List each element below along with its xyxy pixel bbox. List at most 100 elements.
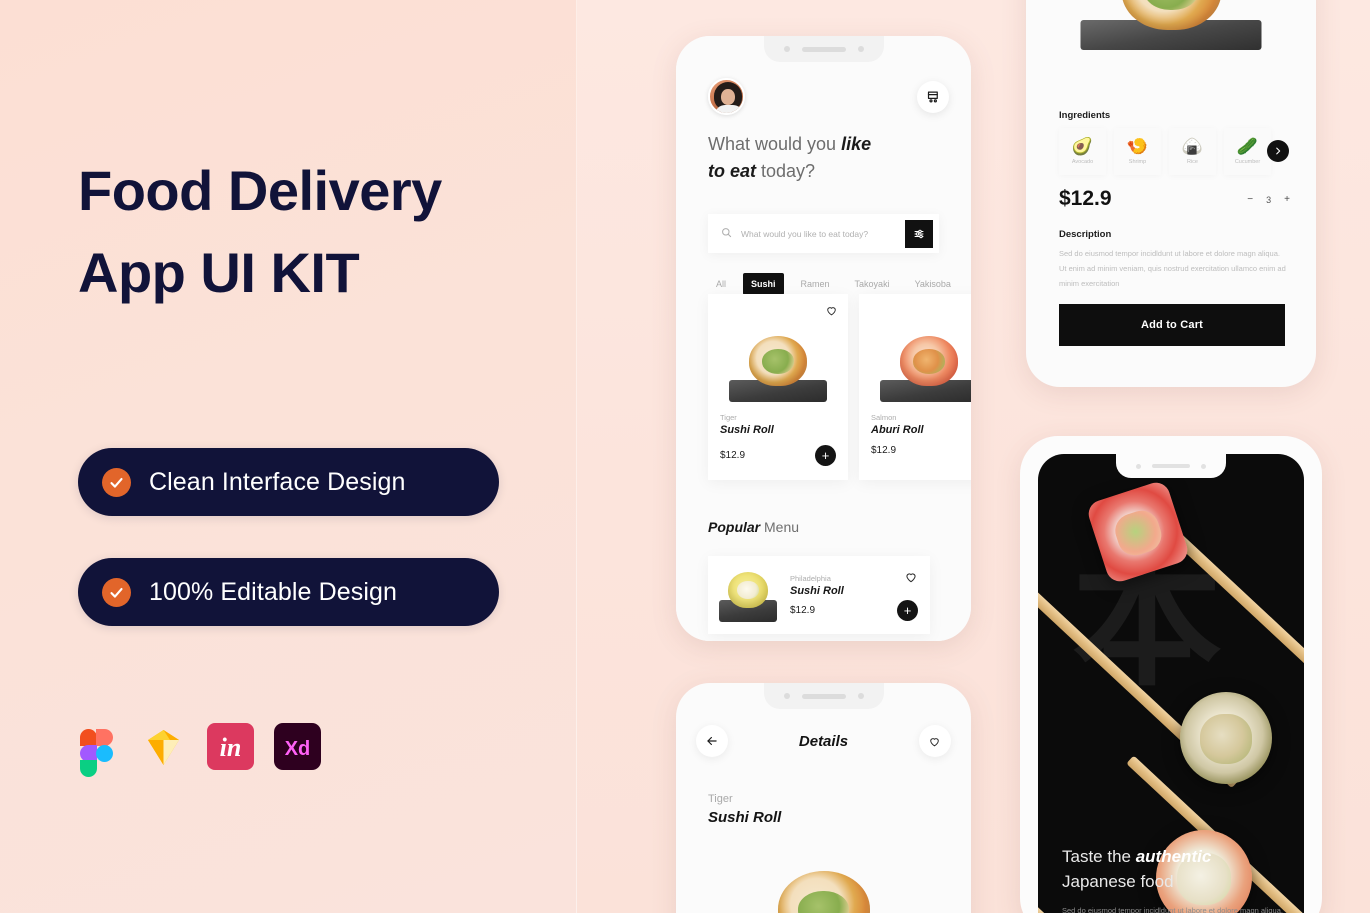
ingredient-chip[interactable]: 🍤 Shrimp xyxy=(1114,128,1161,175)
panel-divider xyxy=(576,0,577,913)
ingredient-chip[interactable]: 🥒 Cucumber xyxy=(1224,128,1271,175)
add-to-cart-plus-button[interactable]: + xyxy=(815,445,836,466)
category-tab-sushi[interactable]: Sushi xyxy=(743,273,784,295)
food-image xyxy=(1064,0,1279,50)
svg-text:Xd: Xd xyxy=(285,738,311,760)
food-image xyxy=(724,855,924,913)
check-circle-icon xyxy=(102,577,131,607)
feature-badge-editable[interactable]: 100% Editable Design xyxy=(78,558,499,626)
popular-menu-heading-rest: Menu xyxy=(760,519,800,535)
popular-item-title: Sushi Roll xyxy=(790,585,844,597)
food-card-footer: $12.9 xyxy=(871,445,971,456)
headline-part-1: What would you xyxy=(708,134,842,154)
food-card-title: Sushi Roll xyxy=(720,424,774,436)
hero-section: Food Delivery App UI KIT xyxy=(78,150,548,314)
popular-item-subtitle: Philadelphia xyxy=(790,574,831,583)
food-card[interactable]: Tiger Sushi Roll $12.9 + xyxy=(708,294,848,480)
ingredient-label: Cucumber xyxy=(1234,159,1261,165)
page-title: Food Delivery App UI KIT xyxy=(78,150,548,314)
invision-logo-icon: in xyxy=(206,722,255,771)
phone-mockup-home: What would you like to eat today? All Su… xyxy=(676,36,971,641)
feature-badge-list: Clean Interface Design 100% Editable Des… xyxy=(78,448,499,668)
status-notch xyxy=(1116,454,1226,478)
headline-emphasis-1: like xyxy=(841,134,872,154)
popular-menu-heading-bold: Popular xyxy=(708,519,761,535)
details-subtitle: Tiger xyxy=(708,793,733,805)
avatar[interactable] xyxy=(708,78,745,115)
arrow-left-icon[interactable] xyxy=(696,725,728,757)
description-heading: Description xyxy=(1059,229,1112,240)
quantity-increment-button[interactable]: + xyxy=(1284,194,1290,205)
food-card-title: Aburi Roll xyxy=(871,424,924,436)
quantity-decrement-button[interactable]: − xyxy=(1247,194,1253,205)
popular-menu-heading: Popular Menu xyxy=(708,519,799,535)
search-icon xyxy=(721,225,732,243)
filter-sliders-icon[interactable] xyxy=(905,219,933,248)
ingredients-list: 🥑 Avocado 🍤 Shrimp 🍙 Rice 🥒 Cucumber xyxy=(1059,128,1271,175)
food-card-subtitle: Tiger xyxy=(720,413,737,422)
food-card-subtitle: Salmon xyxy=(871,413,897,422)
details-header: Details xyxy=(696,725,951,757)
title-line-1: Food Delivery xyxy=(78,159,442,222)
feature-badge-label: 100% Editable Design xyxy=(149,577,397,606)
food-card-list: Tiger Sushi Roll $12.9 + Salmon Aburi Ro… xyxy=(708,294,971,480)
category-tab-all[interactable]: All xyxy=(708,273,734,295)
ingredient-chip[interactable]: 🥑 Avocado xyxy=(1059,128,1106,175)
check-circle-icon xyxy=(102,467,131,497)
add-to-cart-button[interactable]: Add to Cart xyxy=(1059,304,1285,346)
quantity-value: 3 xyxy=(1266,194,1272,205)
shrimp-icon: 🍤 xyxy=(1126,137,1149,156)
headline-emphasis-2: to eat xyxy=(708,161,757,181)
sketch-logo-icon xyxy=(139,722,188,771)
page-title: Details xyxy=(798,732,849,750)
home-screen: What would you like to eat today? All Su… xyxy=(676,36,971,641)
splash-title: Taste the authentic Japanese food xyxy=(1062,844,1284,894)
search-input[interactable] xyxy=(741,228,905,239)
status-notch xyxy=(763,36,884,62)
splash-title-part-1: Taste the xyxy=(1062,847,1136,866)
rice-icon: 🍙 xyxy=(1181,137,1204,156)
ingredient-label: Shrimp xyxy=(1128,159,1147,165)
adobe-xd-logo-icon: Xd xyxy=(273,722,322,771)
popular-item-actions: + xyxy=(897,570,918,621)
search-bar[interactable] xyxy=(708,214,939,253)
splash-copy: Taste the authentic Japanese food Sed do… xyxy=(1062,844,1284,913)
splash-description: Sed do eiusmod tempor incidldunt ut labo… xyxy=(1062,906,1283,913)
phone-mockup-product: Ingredients 🥑 Avocado 🍤 Shrimp 🍙 Rice 🥒 … xyxy=(1026,0,1316,387)
food-card[interactable]: Salmon Aburi Roll $12.9 xyxy=(859,294,971,480)
popular-menu-item[interactable]: Philadelphia Sushi Roll $12.9 + xyxy=(708,556,930,634)
status-notch xyxy=(763,683,884,709)
quantity-stepper: − 3 + xyxy=(1247,194,1290,205)
sushi-roll-image xyxy=(1180,692,1272,784)
title-line-2: App UI KIT xyxy=(78,241,360,304)
poster-canvas: Food Delivery App UI KIT Clean Interface… xyxy=(0,0,1370,913)
food-card-footer: $12.9 + xyxy=(720,445,836,466)
details-product-name: Sushi Roll xyxy=(708,809,782,826)
heart-outline-icon[interactable] xyxy=(904,570,918,589)
category-tab-takoyaki[interactable]: Takoyaki xyxy=(847,273,898,295)
home-headline: What would you like to eat today? xyxy=(708,131,923,185)
headline-part-2: today? xyxy=(756,161,816,181)
phone-mockup-splash: 本 Taste the authentic Japanese food Sed … xyxy=(1020,436,1322,913)
heart-outline-icon[interactable] xyxy=(918,725,951,757)
feature-badge-clean-interface[interactable]: Clean Interface Design xyxy=(78,448,499,516)
feature-badge-label: Clean Interface Design xyxy=(149,467,406,496)
category-tab-ramen[interactable]: Ramen xyxy=(793,273,838,295)
category-tabs: All Sushi Ramen Takoyaki Yakisoba Tonkat… xyxy=(708,273,971,295)
splash-title-part-2: Japanese food xyxy=(1062,872,1174,891)
avocado-icon: 🥑 xyxy=(1071,137,1094,156)
ingredient-label: Avocado xyxy=(1071,159,1094,165)
add-to-cart-plus-button[interactable]: + xyxy=(897,599,918,621)
ingredient-chip[interactable]: 🍙 Rice xyxy=(1169,128,1216,175)
food-card-price: $12.9 xyxy=(720,450,746,461)
shopping-cart-icon[interactable] xyxy=(917,80,949,113)
description-text: Sed do eiusmod tempor incidldunt ut labo… xyxy=(1059,249,1286,288)
product-price: $12.9 xyxy=(1059,187,1112,210)
category-tab-yakisoba[interactable]: Yakisoba xyxy=(907,273,959,295)
phone-mockup-details: Details Tiger Sushi Roll xyxy=(676,683,971,913)
home-header xyxy=(708,78,949,115)
chevron-right-icon[interactable] xyxy=(1267,140,1289,162)
food-image xyxy=(720,316,836,402)
food-image xyxy=(871,316,971,402)
category-tab-tonkatsu[interactable]: Tonkatsu xyxy=(968,273,971,295)
